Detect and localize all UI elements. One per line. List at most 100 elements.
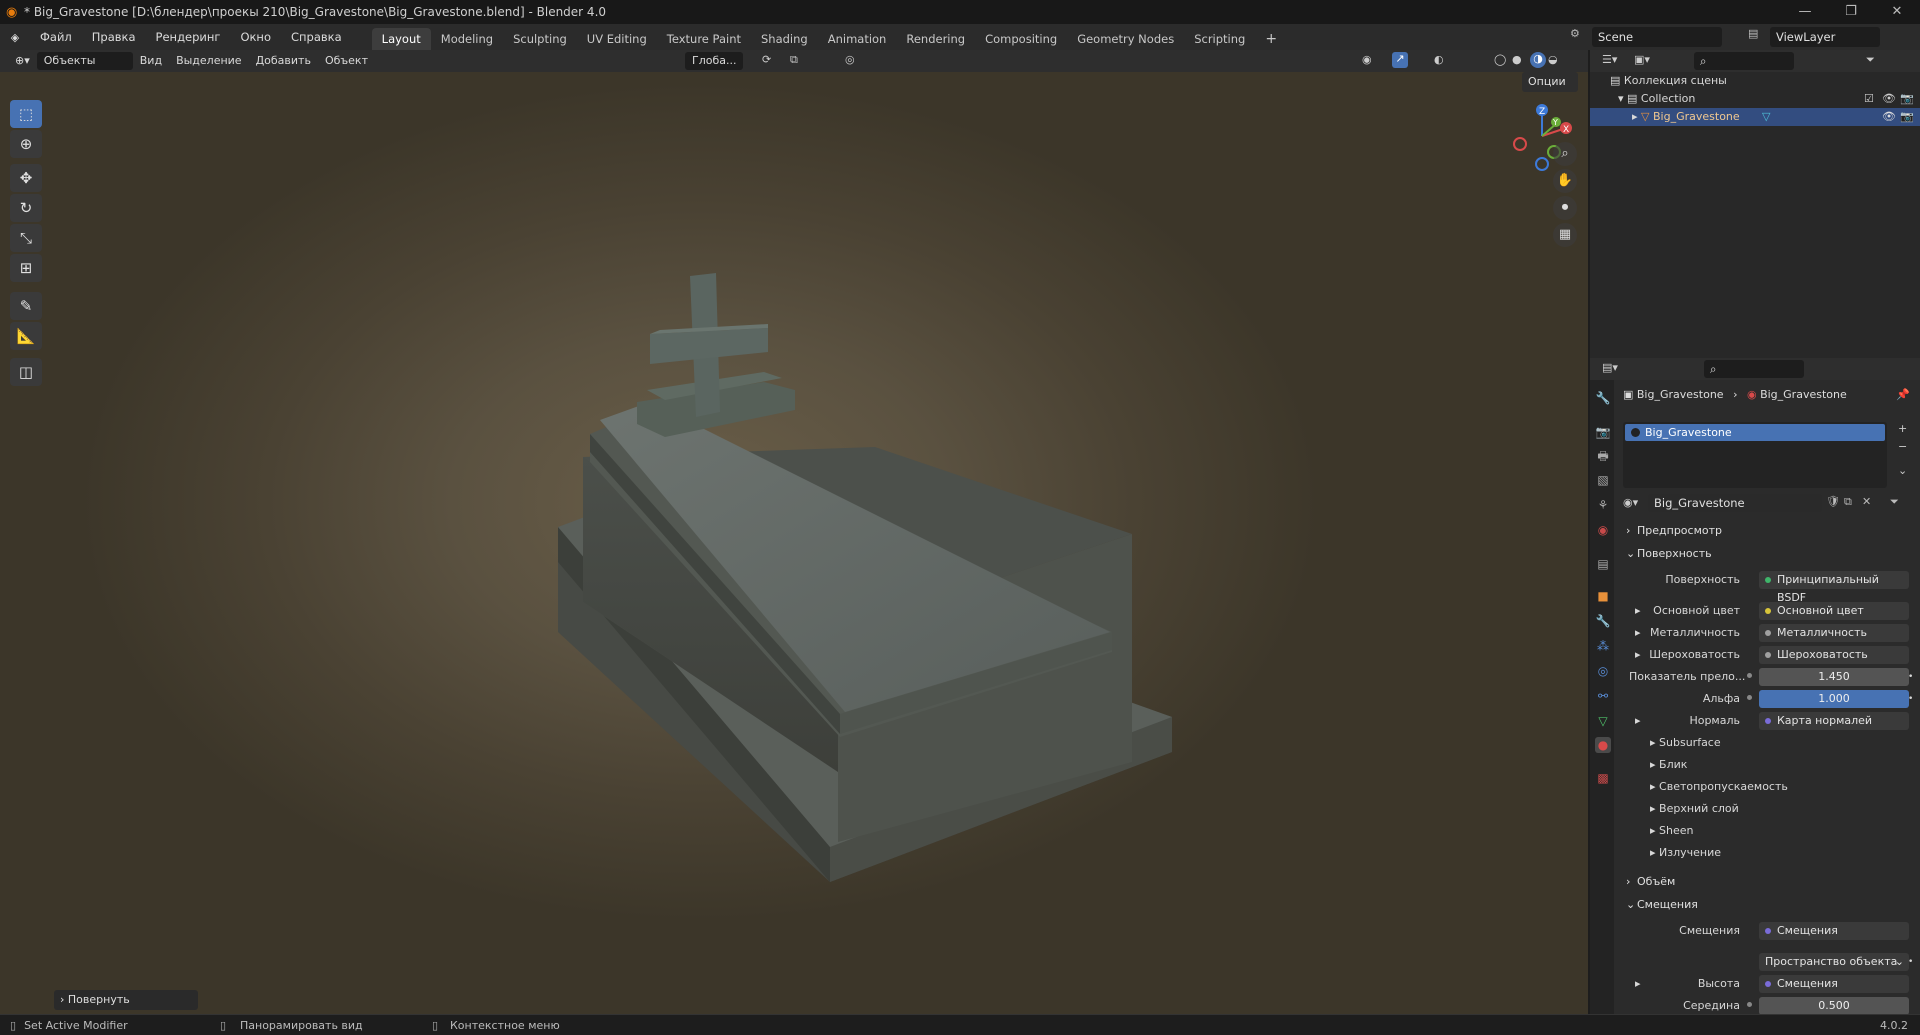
menu-add[interactable]: Добавить	[249, 52, 318, 70]
tab-shading[interactable]: Shading	[751, 28, 818, 50]
perspective-toggle-icon[interactable]: ▦	[1553, 223, 1577, 247]
physics-tab-icon[interactable]: ◎	[1595, 663, 1611, 679]
tab-rendering[interactable]: Rendering	[896, 28, 975, 50]
blender-menu-icon[interactable]: ◈	[0, 31, 30, 44]
material-slot-item[interactable]: Big_Gravestone	[1625, 424, 1885, 441]
tab-modeling[interactable]: Modeling	[431, 28, 503, 50]
subpanel-subsurface[interactable]: ▸ Subsurface	[1640, 734, 1721, 752]
tab-geometry-nodes[interactable]: Geometry Nodes	[1067, 28, 1184, 50]
tab-layout[interactable]: Layout	[371, 28, 431, 50]
subpanel-specular[interactable]: ▸ Блик	[1640, 756, 1687, 774]
view-layer-tab-icon[interactable]: ▧	[1595, 472, 1611, 488]
space-dropdown[interactable]: Пространство объекта ⌄	[1759, 953, 1909, 971]
last-operator-panel[interactable]: › Повернуть	[54, 990, 198, 1010]
properties-search-input[interactable]: ⌕	[1704, 360, 1804, 378]
material-browse-icon[interactable]: ◉▾	[1623, 496, 1638, 509]
midlevel-field[interactable]: 0.500	[1759, 997, 1909, 1014]
subpanel-coat[interactable]: ▸ Верхний слой	[1640, 800, 1739, 818]
menu-file[interactable]: Файл	[30, 24, 82, 50]
display-mode-icon[interactable]: ▣▾	[1634, 53, 1650, 66]
annotate-tool-icon[interactable]: ✎	[10, 292, 42, 320]
subpanel-transmission[interactable]: ▸ Светопропускаемость	[1640, 778, 1788, 796]
render-tab-icon[interactable]: 📷	[1595, 424, 1611, 440]
add-slot-button[interactable]: +	[1898, 422, 1907, 435]
checkbox-icon[interactable]: ☑	[1864, 90, 1874, 108]
rotate-tool-icon[interactable]: ↻	[10, 194, 42, 222]
mesh-data-icon[interactable]: ▽	[1762, 108, 1770, 126]
pan-hand-icon[interactable]: ✋	[1553, 169, 1577, 193]
duplicate-material-icon[interactable]: ⧉	[1844, 495, 1852, 509]
rendered-shading-icon[interactable]: ◒	[1548, 53, 1558, 66]
editor-type-icon[interactable]: ⊕▾	[8, 52, 37, 70]
eye-icon[interactable]: 👁	[1882, 90, 1896, 108]
world-tab-icon[interactable]: ◉	[1595, 522, 1611, 538]
collection-tab-icon[interactable]: ▤	[1595, 556, 1611, 572]
material-shading-icon[interactable]: ◑	[1530, 52, 1546, 68]
section-volume[interactable]: › Объём	[1623, 872, 1913, 892]
tab-scripting[interactable]: Scripting	[1184, 28, 1255, 50]
options-dropdown[interactable]: Опции	[1522, 72, 1578, 92]
disclosure-open-icon[interactable]: ▾	[1618, 92, 1627, 105]
socket-dot[interactable]	[1747, 695, 1752, 700]
menu-render[interactable]: Рендеринг	[146, 24, 231, 50]
move-tool-icon[interactable]: ✥	[10, 164, 42, 192]
particles-tab-icon[interactable]: ⁂	[1595, 638, 1611, 654]
filter-icon[interactable]: ⏷	[1866, 53, 1875, 67]
subpanel-emission[interactable]: ▸ Излучение	[1640, 844, 1721, 862]
scene-icon[interactable]: ⚙	[1570, 27, 1580, 40]
viewlayer-field[interactable]: ViewLayer	[1770, 27, 1880, 47]
cursor-tool-icon[interactable]: ⊕	[10, 130, 42, 158]
mode-dropdown[interactable]: Объекты	[36, 52, 133, 70]
material-name-field[interactable]: Big_Gravestone	[1648, 494, 1822, 512]
menu-help[interactable]: Справка	[281, 24, 352, 50]
measure-tool-icon[interactable]: 📐	[10, 322, 42, 350]
object-tab-icon[interactable]: ■	[1595, 588, 1611, 604]
solid-shading-icon[interactable]: ●	[1512, 53, 1522, 66]
metallic-field[interactable]: Металличность	[1759, 624, 1909, 642]
base-color-field[interactable]: Основной цвет	[1759, 602, 1909, 620]
minimize-button[interactable]: —	[1782, 0, 1828, 24]
remove-slot-button[interactable]: −	[1898, 440, 1907, 453]
transform-orientation-dropdown[interactable]: Глоба...	[685, 52, 744, 70]
tab-animation[interactable]: Animation	[818, 28, 897, 50]
tool-tab-icon[interactable]: 🔧	[1595, 390, 1611, 406]
normal-field[interactable]: Карта нормалей	[1759, 712, 1909, 730]
socket-dot[interactable]	[1747, 1002, 1752, 1007]
snap-icon[interactable]: ⧉	[790, 53, 798, 67]
pin-icon[interactable]: 📌	[1896, 388, 1910, 401]
scene-tab-icon[interactable]: ⚘	[1595, 497, 1611, 513]
gravestone-model[interactable]	[0, 72, 1588, 1014]
scale-tool-icon[interactable]: ⤡	[10, 224, 42, 252]
menu-object[interactable]: Объект	[318, 52, 375, 70]
roughness-field[interactable]: Шероховатость	[1759, 646, 1909, 664]
camera-icon[interactable]: 📷	[1900, 108, 1914, 126]
gizmo-toggle-icon[interactable]: ↗	[1392, 52, 1408, 68]
outliner-editor-icon[interactable]: ☰▾	[1602, 53, 1617, 66]
alpha-field[interactable]: 1.000	[1759, 690, 1909, 708]
constraints-tab-icon[interactable]: ⚯	[1595, 688, 1611, 704]
overlay-icon[interactable]: ◐	[1434, 53, 1444, 66]
section-surface[interactable]: ⌄ Поверхность	[1623, 544, 1913, 564]
tab-texture-paint[interactable]: Texture Paint	[657, 28, 751, 50]
disclosure-closed-icon[interactable]: ▸	[1632, 110, 1641, 123]
output-tab-icon[interactable]: 🖶	[1595, 448, 1611, 464]
keyframe-dot[interactable]: •	[1908, 689, 1913, 709]
section-preview[interactable]: › Предпросмотр	[1623, 521, 1913, 541]
keyframe-dot[interactable]: •	[1908, 667, 1913, 687]
scene-collection-row[interactable]: ▤ Коллекция сцены	[1590, 72, 1920, 90]
add-workspace-icon[interactable]: +	[1255, 28, 1287, 50]
material-tab-icon[interactable]: ●	[1595, 737, 1611, 753]
visibility-icon[interactable]: ◉	[1362, 53, 1372, 66]
tab-uv-editing[interactable]: UV Editing	[577, 28, 657, 50]
pivot-icon[interactable]: ⟳	[762, 53, 771, 66]
section-displacement[interactable]: ⌄ Смещения	[1623, 895, 1913, 915]
socket-dot[interactable]	[1747, 673, 1752, 678]
maximize-button[interactable]: ❐	[1828, 0, 1874, 24]
menu-window[interactable]: Окно	[230, 24, 281, 50]
select-tool-icon[interactable]: ⬚	[10, 100, 42, 128]
modifier-tab-icon[interactable]: 🔧	[1595, 613, 1611, 629]
subpanel-sheen[interactable]: ▸ Sheen	[1640, 822, 1694, 840]
texture-tab-icon[interactable]: ▩	[1595, 770, 1611, 786]
tab-compositing[interactable]: Compositing	[975, 28, 1067, 50]
object-row-big-gravestone[interactable]: ▸ ▽ Big_Gravestone ▽ 👁 📷	[1590, 108, 1920, 126]
